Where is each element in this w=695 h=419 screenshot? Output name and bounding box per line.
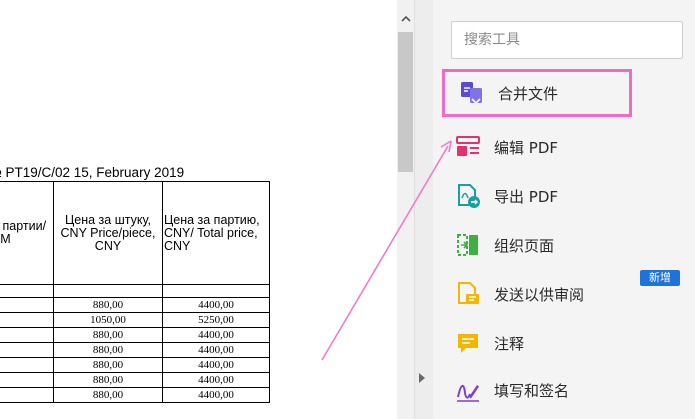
table-spacer-row — [0, 284, 270, 298]
table-cell: 880,00 — [53, 297, 163, 313]
table-cell: 880,00 — [53, 327, 163, 343]
table-row: 0,310880,004400,00 — [0, 327, 270, 343]
column-header: Цена за штуку, CNY Price/piece, CNY — [53, 181, 163, 285]
vertical-scrollbar[interactable] — [397, 0, 414, 419]
new-badge: 新增 — [640, 270, 680, 286]
table-cell: 4400,00 — [162, 372, 270, 388]
tool-label: 组织页面 — [494, 236, 555, 255]
table-cell: 880,00 — [53, 342, 163, 358]
table-cell: 880,00 — [53, 372, 163, 388]
tool-label: 导出 PDF — [494, 187, 558, 206]
tool-comment[interactable]: 注释 — [455, 326, 685, 360]
tool-fill-sign[interactable]: 填写和签名 — [455, 373, 685, 407]
scrollbar-thumb[interactable] — [398, 32, 413, 172]
table-cell: 1050,00 — [53, 312, 163, 328]
edit-pdf-icon — [455, 134, 481, 160]
tool-edit-pdf[interactable]: 编辑 PDF — [455, 130, 685, 164]
tool-export-pdf[interactable]: 导出 PDF — [455, 179, 685, 213]
table-cell: 0,310 — [0, 312, 54, 328]
chevron-up-icon[interactable] — [397, 10, 414, 28]
expand-arrow-icon[interactable] — [419, 373, 425, 383]
column-header: объём партии/ Total BM — [0, 181, 54, 285]
table-cell: 4400,00 — [162, 387, 270, 403]
table-cell: 0,310 — [0, 297, 54, 313]
fill-sign-icon — [455, 377, 481, 403]
table-row: 0,310880,004400,00 — [0, 357, 270, 373]
document-view: n № PT19/C/02 15, February 2019 объём па… — [0, 0, 397, 419]
table-cell: 0,310 — [0, 327, 54, 343]
tool-combine-files[interactable]: 合并文件 — [442, 69, 632, 117]
table-cell: 5250,00 — [162, 312, 270, 328]
table-cell: 4400,00 — [162, 327, 270, 343]
price-table: объём партии/ Total BM Цена за штуку, CN… — [0, 181, 270, 403]
table-header-row: объём партии/ Total BM Цена за штуку, CN… — [0, 181, 270, 285]
table-row: 0,310880,004400,00 — [0, 387, 270, 403]
column-header: Цена за партию, CNY/ Total price, CNY — [162, 181, 270, 285]
tool-label: 发送以供审阅 — [494, 285, 585, 304]
table-row: 0,3101050,005250,00 — [0, 312, 270, 328]
pane-collapse-strip[interactable] — [414, 0, 433, 419]
table-cell: 4400,00 — [162, 342, 270, 358]
table-row: 0,310880,004400,00 — [0, 342, 270, 358]
search-tools-input[interactable] — [451, 21, 683, 59]
tool-label: 合并文件 — [498, 84, 559, 103]
table-cell: 0,310 — [0, 357, 54, 373]
table-cell: 4400,00 — [162, 297, 270, 313]
export-pdf-icon — [455, 183, 481, 209]
tool-label: 编辑 PDF — [494, 138, 558, 157]
table-cell: 4400,00 — [162, 357, 270, 373]
tool-label: 填写和签名 — [494, 381, 570, 400]
table-cell: 0,310 — [0, 342, 54, 358]
table-row: 0,310880,004400,00 — [0, 297, 270, 313]
tools-pane: 合并文件 编辑 PDF 导出 PDF — [433, 0, 695, 419]
tool-organize-pages[interactable]: 组织页面 — [455, 228, 685, 262]
table-body: 0,310880,004400,000,3101050,005250,000,3… — [0, 297, 270, 403]
table-cell: 0,310 — [0, 387, 54, 403]
combine-files-icon — [459, 80, 485, 106]
tool-label: 注释 — [494, 334, 525, 353]
table-cell: 880,00 — [53, 387, 163, 403]
table-cell: 880,00 — [53, 357, 163, 373]
table-cell: 0,310 — [0, 372, 54, 388]
organize-pages-icon — [455, 232, 481, 258]
send-for-review-icon — [455, 281, 481, 307]
document-heading: n № PT19/C/02 15, February 2019 — [0, 165, 185, 180]
comment-icon — [455, 330, 481, 356]
table-row: 0,310880,004400,00 — [0, 372, 270, 388]
